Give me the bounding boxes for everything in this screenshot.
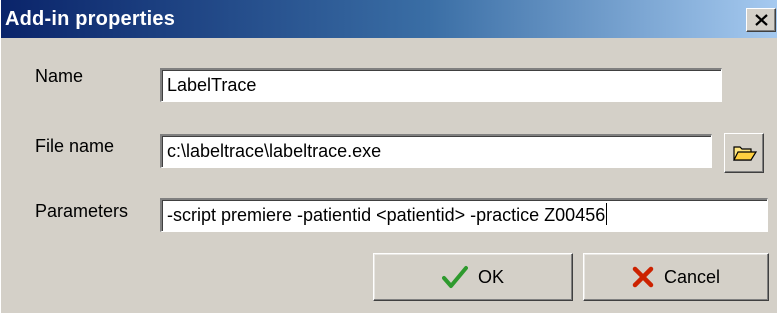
name-field[interactable]: LabelTrace [160,68,722,102]
ok-button[interactable]: OK [373,253,573,301]
cancel-button-label: Cancel [663,266,721,287]
title-bar[interactable]: Add-in properties [1,0,777,38]
checkmark-icon [441,266,468,288]
red-x-icon [632,266,654,288]
close-icon [755,14,768,26]
browse-button[interactable] [724,133,764,173]
add-in-properties-dialog: Add-in properties Name LabelTrace File n… [0,0,777,313]
folder-open-icon [733,146,757,161]
dialog-title: Add-in properties [5,8,176,30]
name-label: Name [35,66,84,86]
close-button[interactable] [746,8,776,32]
cancel-button[interactable]: Cancel [583,253,769,301]
name-field-value: LabelTrace [167,75,257,95]
parameters-field[interactable]: -script premiere -patientid <patientid> … [160,198,768,232]
filename-field[interactable]: c:\labeltrace\labeltrace.exe [160,134,712,168]
ok-button-label: OK [477,266,504,287]
text-caret [606,203,608,225]
parameters-label: Parameters [35,201,129,221]
filename-label: File name [35,136,115,156]
parameters-field-value: -script premiere -patientid <patientid> … [167,205,606,225]
filename-field-value: c:\labeltrace\labeltrace.exe [167,141,382,161]
